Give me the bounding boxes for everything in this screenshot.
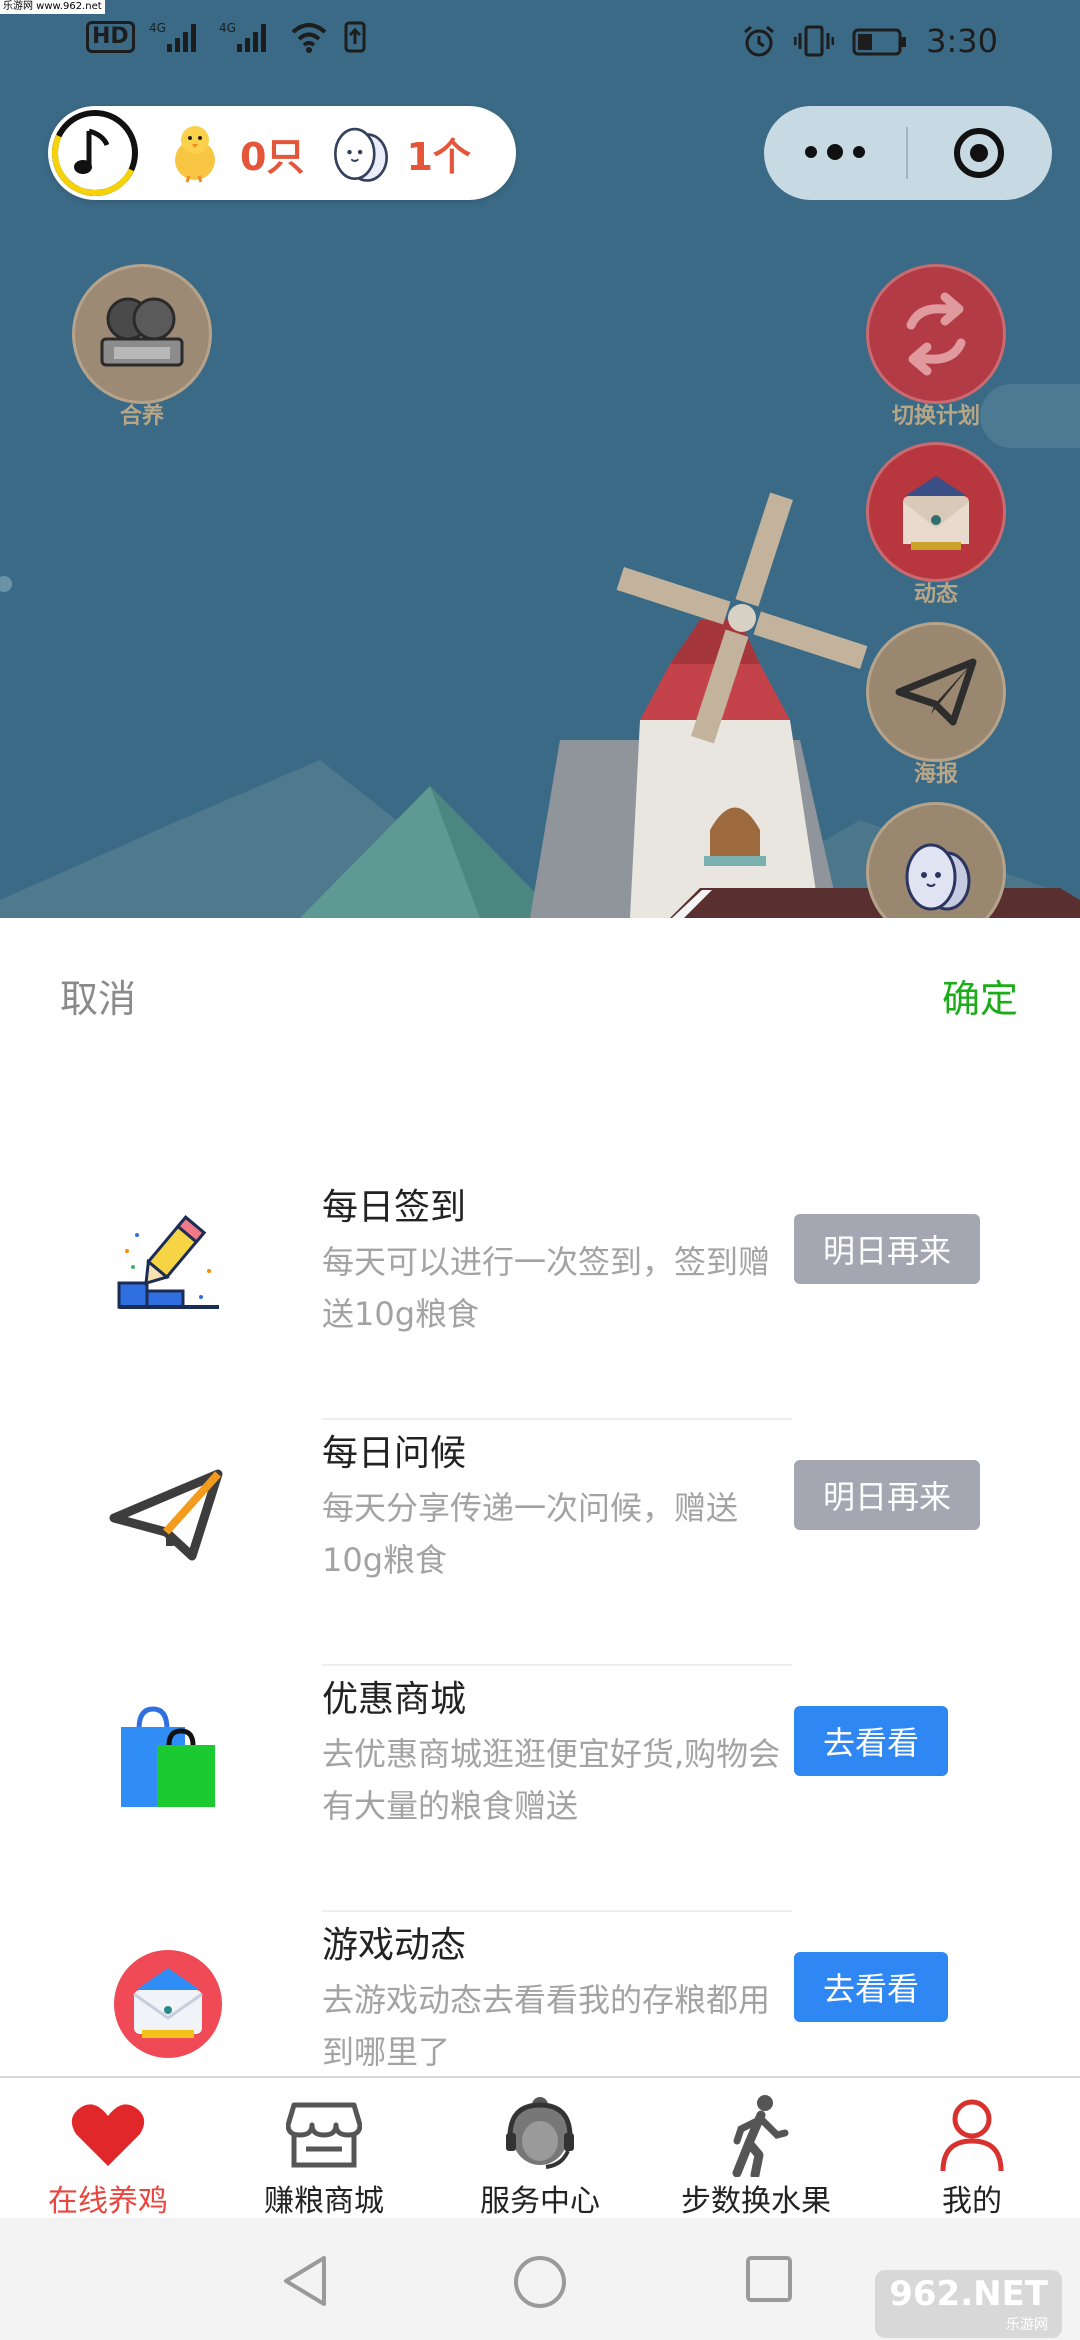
game-scene: 乐游网 www.962.net HD 4G 4G 3:30 0只 1个 合养 切…	[0, 0, 1080, 918]
headset-agent-icon	[506, 2097, 574, 2169]
egg-count: 1个	[406, 134, 471, 179]
svg-text:4G: 4G	[219, 21, 236, 35]
wifi-icon	[291, 23, 327, 53]
switch-plan-label: 切换计划	[891, 404, 980, 429]
poster-label: 海报	[913, 762, 958, 787]
task-daily-checkin: 每日签到 每天可以进行一次签到，签到赠送10g粮食 明日再来	[0, 1174, 1080, 1420]
envelope-icon	[903, 476, 969, 550]
user-icon	[940, 2099, 1004, 2172]
task-sheet: 取消 确定 每日签到 每天可以进行一次签到，签到赠送10g粮食 明日再来 每日问…	[0, 918, 1080, 2078]
task-daily-greeting: 每日问候 每天分享传递一次问候，赠送10g粮食 明日再来	[0, 1420, 1080, 1666]
task-title: 优惠商城	[322, 1679, 467, 1720]
bottom-tab-bar: 在线养鸡 赚粮商城 服务中心 步数换水果 我的	[0, 2076, 1080, 2219]
hd-indicator: HD	[86, 21, 135, 53]
watermark-tag: 乐游网 www.962.net	[0, 0, 105, 14]
come-back-tomorrow-button[interactable]: 明日再来	[794, 1460, 980, 1530]
target-icon	[954, 128, 1004, 178]
shopping-bags-icon	[106, 1696, 230, 1820]
tab-label: 服务中心	[480, 2184, 600, 2219]
more-options-button[interactable]	[764, 144, 906, 160]
close-miniprogram-button[interactable]	[908, 126, 1050, 180]
svg-text:4G: 4G	[149, 21, 166, 35]
sheet-header: 取消 确定	[0, 918, 1080, 1078]
poster-button[interactable]: 海报	[866, 622, 1006, 788]
confirm-button[interactable]: 确定	[942, 968, 1018, 1023]
news-button[interactable]: 动态	[866, 442, 1006, 608]
come-back-tomorrow-button[interactable]: 明日再来	[794, 1214, 980, 1284]
cancel-button[interactable]: 取消	[60, 968, 136, 1023]
chick-icon	[164, 122, 226, 184]
music-toggle-button[interactable]	[39, 97, 151, 209]
tab-mine[interactable]: 我的	[864, 2078, 1080, 2219]
signal-4g-icon: 4G	[149, 21, 196, 52]
vibrate-icon	[794, 25, 835, 57]
miniprogram-capsule	[764, 106, 1052, 200]
store-icon	[286, 2102, 362, 2168]
upload-indicator-icon	[344, 21, 366, 53]
task-description: 去优惠商城逛逛便宜好货,购物会有大量的粮食赠送	[322, 1735, 781, 1825]
paper-plane-icon	[895, 658, 977, 726]
switch-plan-button[interactable]: 切换计划	[866, 264, 1006, 430]
tab-online-farming[interactable]: 在线养鸡	[0, 2078, 216, 2219]
paper-plane-greeting-icon	[106, 1450, 230, 1574]
tab-label: 步数换水果	[681, 2184, 831, 2219]
tab-label: 我的	[942, 2184, 1002, 2219]
adopt-label: 合养	[119, 404, 164, 429]
task-discount-mall: 优惠商城 去优惠商城逛逛便宜好货,购物会有大量的粮食赠送 去看看	[0, 1666, 1080, 1912]
walking-person-icon	[732, 2095, 789, 2177]
alarm-icon	[744, 25, 775, 57]
eggs-button[interactable]	[866, 802, 1006, 918]
task-description: 每天可以进行一次签到，签到赠送10g粮食	[322, 1243, 771, 1333]
home-icon[interactable]	[512, 2254, 568, 2310]
tab-service-center[interactable]: 服务中心	[432, 2078, 648, 2219]
pencil-checkin-icon	[106, 1204, 230, 1328]
site-watermark-logo: 962.NET 乐游网	[875, 2270, 1062, 2338]
go-to-mall-button[interactable]: 去看看	[794, 1706, 948, 1776]
task-description: 去游戏动态去看看我的存粮都用到哪里了	[322, 1981, 771, 2071]
switch-arrows-icon	[906, 292, 966, 376]
battery-icon	[852, 28, 907, 56]
resource-hud: 0只 1个	[39, 97, 516, 209]
task-description: 每天分享传递一次问候，赠送10g粮食	[322, 1489, 739, 1579]
task-title: 每日问候	[322, 1433, 467, 1474]
chick-count: 0只	[240, 134, 305, 179]
tab-earn-grain-mall[interactable]: 赚粮商城	[216, 2078, 432, 2219]
recents-icon[interactable]	[744, 2254, 794, 2304]
task-title: 游戏动态	[322, 1925, 467, 1966]
go-to-news-button[interactable]: 去看看	[794, 1952, 948, 2022]
tab-label: 在线养鸡	[48, 2184, 168, 2219]
signal-4g-icon: 4G	[219, 21, 266, 52]
status-bar: HD 4G 4G 3:30	[0, 18, 1080, 66]
eggs-icon	[905, 843, 971, 911]
task-title: 每日签到	[322, 1187, 467, 1228]
heart-icon	[71, 2104, 145, 2166]
adopt-button[interactable]: 合养	[72, 264, 212, 430]
system-navigation-bar: 962.NET 乐游网	[0, 2218, 1080, 2340]
news-label: 动态	[913, 582, 958, 607]
tab-steps-for-fruit[interactable]: 步数换水果	[648, 2078, 864, 2219]
egg-icon	[330, 122, 392, 184]
back-icon[interactable]	[280, 2254, 330, 2308]
partners-icon	[100, 297, 184, 367]
clock-time: 3:30	[926, 22, 998, 60]
tab-label: 赚粮商城	[264, 2184, 384, 2219]
mail-news-icon	[106, 1942, 230, 2066]
